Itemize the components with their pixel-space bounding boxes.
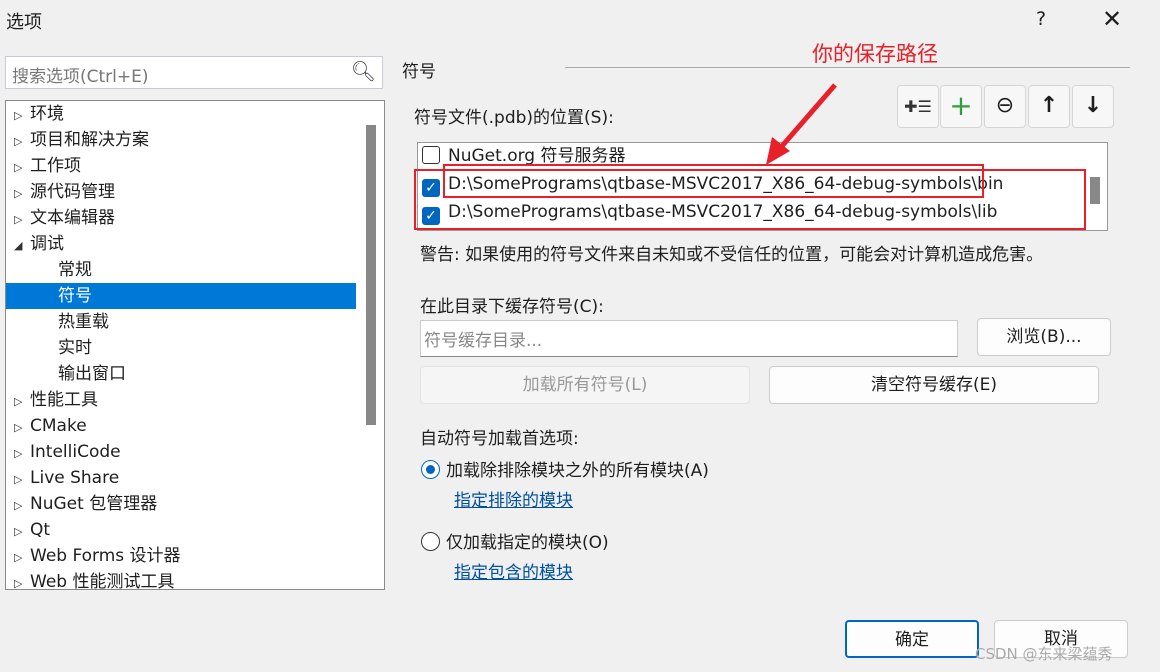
radio-button[interactable] (421, 460, 440, 479)
tree-item[interactable]: ▷ 环境 (6, 101, 356, 127)
window-title: 选项 (6, 12, 42, 33)
tree-item[interactable]: ◢ 调试 (6, 231, 356, 257)
tree-item-label: 符号 (58, 286, 92, 306)
tree-item[interactable]: 常规 (6, 257, 356, 283)
tree-item-label: 环境 (30, 104, 64, 124)
location-label: NuGet.org 符号服务器 (448, 146, 626, 166)
tree-item-label: 工作项 (30, 156, 81, 176)
collapsed-arrow-icon[interactable]: ▷ (14, 181, 30, 207)
tree-item[interactable]: 符号 (6, 283, 356, 309)
specify-excluded-modules-link[interactable]: 指定排除的模块 (454, 486, 573, 511)
tree-item-label: 文本编辑器 (30, 208, 115, 228)
move-down-icon: ↓ (1083, 93, 1103, 118)
tree-item-label: 源代码管理 (30, 182, 115, 202)
tree-item-label: Qt (30, 520, 51, 540)
tree-item[interactable]: ▷ 源代码管理 (6, 179, 356, 205)
specify-included-modules-link[interactable]: 指定包含的模块 (454, 558, 573, 583)
tree-item[interactable]: ▷ 工作项 (6, 153, 356, 179)
collapsed-arrow-icon[interactable]: ▷ (14, 519, 30, 545)
auto-load-label: 自动符号加载首选项: (420, 429, 579, 449)
location-checkbox[interactable] (422, 146, 440, 164)
tree-item-label: 调试 (30, 234, 64, 254)
options-tree[interactable]: ▷ 环境 ▷ 项目和解决方案 ▷ 工作项 ▷ 源代码管理 ▷ 文本编辑器 ◢ 调试 常规 符号 热重载 实时输… (5, 100, 385, 590)
search-input[interactable]: 搜索选项(Ctrl+E) 🔍︎ (5, 56, 383, 89)
tree-item-label: 常规 (58, 260, 92, 280)
radio-button[interactable] (421, 532, 440, 551)
collapsed-arrow-icon[interactable]: ▷ (14, 545, 30, 571)
tree-item-label: IntelliCode (30, 442, 121, 462)
collapsed-arrow-icon[interactable]: ▷ (14, 103, 30, 129)
remove-location-button[interactable]: ⊖ (984, 85, 1026, 128)
tree-item[interactable]: ▷ 性能工具 (6, 387, 356, 413)
tree-item[interactable]: ▷ Web Forms 设计器 (6, 543, 356, 569)
help-button[interactable]: ? (1036, 8, 1046, 30)
cache-directory-input[interactable]: 符号缓存目录... (420, 320, 958, 357)
tree-item[interactable]: ▷ 项目和解决方案 (6, 127, 356, 153)
tree-item-label: 输出窗口 (58, 364, 126, 384)
tree-item[interactable]: ▷ Qt (6, 517, 356, 543)
browse-button[interactable]: 浏览(B)... (977, 318, 1111, 356)
tree-item[interactable]: ▷ IntelliCode (6, 439, 356, 465)
move-down-button[interactable]: ↓ (1072, 85, 1114, 128)
tree-item[interactable]: ▷ CMake (6, 413, 356, 439)
expanded-arrow-icon[interactable]: ◢ (14, 233, 30, 259)
radio-load-all-except-excluded[interactable]: 加载除排除模块之外的所有模块(A) (421, 456, 709, 481)
tree-item-label: 性能工具 (30, 390, 98, 410)
cache-placeholder: 符号缓存目录... (424, 331, 543, 351)
collapsed-arrow-icon[interactable]: ▷ (14, 415, 30, 441)
tree-item-label: Web 性能测试工具 (30, 572, 175, 590)
list-scrollbar[interactable] (1090, 177, 1100, 204)
clear-symbol-cache-button[interactable]: 清空符号缓存(E) (769, 366, 1099, 404)
tree-item-label: 实时 (58, 338, 92, 358)
search-icon[interactable]: 🔍︎ (351, 59, 376, 83)
tree-scrollbar[interactable] (366, 125, 376, 425)
move-up-icon: ↑ (1039, 93, 1059, 118)
ok-button[interactable]: 确定 (845, 620, 979, 658)
warning-text: 警告: 如果使用的符号文件来自未知或不受信任的位置，可能会对计算机造成危害。 (420, 245, 1044, 265)
cache-label: 在此目录下缓存符号(C): (420, 297, 604, 317)
collapsed-arrow-icon[interactable]: ▷ (14, 493, 30, 519)
collapsed-arrow-icon[interactable]: ▷ (14, 155, 30, 181)
remove-icon: ⊖ (995, 93, 1015, 118)
tree-item[interactable]: ▷ Live Share (6, 465, 356, 491)
collapsed-arrow-icon[interactable]: ▷ (14, 207, 30, 233)
tree-item[interactable]: 实时 (6, 335, 356, 361)
annotation-arrow (766, 83, 837, 165)
collapsed-arrow-icon[interactable]: ▷ (14, 441, 30, 467)
collapsed-arrow-icon[interactable]: ▷ (14, 129, 30, 155)
tree-item[interactable]: ▷ Web 性能测试工具 (6, 569, 356, 590)
close-button[interactable]: ✕ (1102, 5, 1122, 33)
annotation-highlight-box (414, 169, 1086, 230)
collapsed-arrow-icon[interactable]: ▷ (14, 467, 30, 493)
tree-item[interactable]: ▷ NuGet 包管理器 (6, 491, 356, 517)
add-location-button[interactable]: + (940, 85, 982, 128)
tree-item-label: CMake (30, 416, 87, 436)
tree-item-label: 项目和解决方案 (30, 130, 149, 150)
collapsed-arrow-icon[interactable]: ▷ (14, 571, 30, 589)
add-server-icon: ✚☰ (904, 97, 932, 116)
load-all-symbols-button[interactable]: 加载所有符号(L) (420, 366, 750, 404)
radio-load-only-specified[interactable]: 仅加载指定的模块(O) (421, 528, 609, 553)
radio-label: 加载除排除模块之外的所有模块(A) (446, 461, 709, 481)
tree-item-label: Live Share (30, 468, 120, 488)
locations-label: 符号文件(.pdb)的位置(S): (414, 108, 614, 128)
tree-item-label: 热重载 (58, 312, 109, 332)
tree-item-label: NuGet 包管理器 (30, 494, 158, 514)
search-placeholder: 搜索选项(Ctrl+E) (12, 67, 149, 87)
annotation-text: 你的保存路径 (812, 42, 938, 66)
watermark: CSDN @东来梁蕴秀 (975, 645, 1113, 663)
tree-item[interactable]: 热重载 (6, 309, 356, 335)
move-up-button[interactable]: ↑ (1028, 85, 1070, 128)
section-title: 符号 (402, 62, 436, 82)
collapsed-arrow-icon[interactable]: ▷ (14, 389, 30, 415)
tree-item[interactable]: 输出窗口 (6, 361, 356, 387)
add-server-button[interactable]: ✚☰ (897, 85, 939, 128)
add-icon: + (949, 89, 973, 122)
tree-item[interactable]: ▷ 文本编辑器 (6, 205, 356, 231)
tree-item-label: Web Forms 设计器 (30, 546, 181, 566)
radio-label: 仅加载指定的模块(O) (446, 533, 609, 553)
